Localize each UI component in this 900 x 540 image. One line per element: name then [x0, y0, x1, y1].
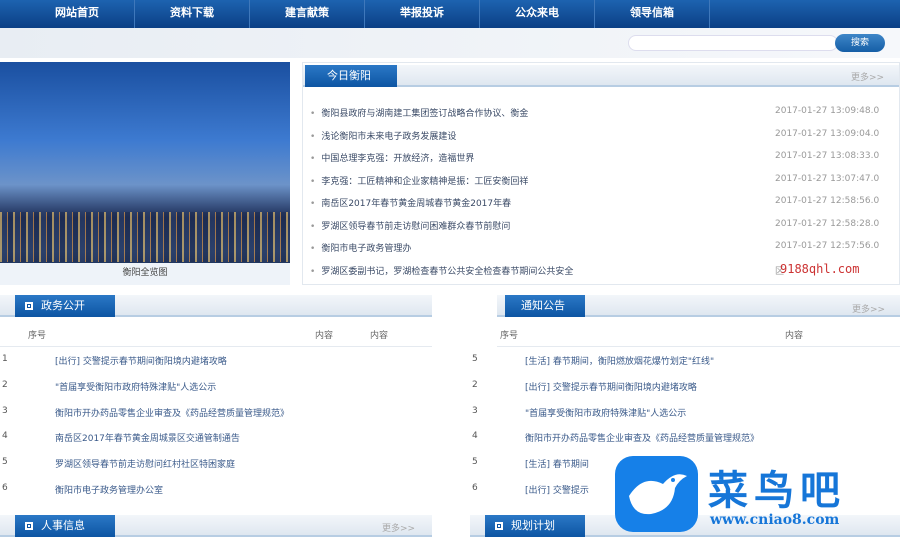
- news-title[interactable]: 李克强：工匠精神和企业家精神是振：工匠安衡回祥: [321, 177, 528, 187]
- row-number: 5: [472, 354, 478, 364]
- bullet-icon: •: [310, 109, 316, 119]
- col-content-2: 内容: [370, 331, 389, 341]
- square-icon: [25, 522, 33, 530]
- news-item[interactable]: • 衡阳县政府与湖南建工集团签订战略合作协议、衡金 2017-01-27 13:09…: [310, 106, 890, 119]
- bullet-icon: •: [310, 199, 316, 209]
- square-icon: [25, 302, 33, 310]
- news-title[interactable]: 南岳区2017年春节黄金周城春节黄金2017年春: [321, 199, 511, 209]
- news-date: 2017-01-27 12:57:56.0: [775, 241, 880, 251]
- hr-more-link[interactable]: 更多>>: [382, 521, 415, 534]
- bullet-icon: •: [310, 244, 316, 254]
- today-header: 今日衡阳: [303, 65, 899, 87]
- nav-item[interactable]: 领导信箱: [595, 0, 710, 28]
- row-number: 5: [472, 457, 478, 468]
- news-date: 2017-01-27 13:09:48.0: [775, 106, 880, 116]
- news-item[interactable]: • 李克强：工匠精神和企业家精神是振：工匠安衡回祥 2017-01-27 13:07…: [310, 174, 890, 187]
- row-link[interactable]: 衡阳市电子政务管理办公室: [55, 483, 163, 496]
- bullet-icon: •: [310, 221, 316, 232]
- news-date: 2017-01-27 13:09:04.0: [775, 128, 880, 139]
- row-link[interactable]: 罗湖区领导春节前走访慰问红村社区特困家庭: [55, 457, 235, 470]
- search-bar: 搜索: [0, 28, 900, 58]
- nav-item[interactable]: 建言献策: [250, 0, 365, 28]
- row-number: 2: [472, 379, 478, 390]
- bird-logo-icon: [615, 456, 698, 532]
- row-link[interactable]: 南岳区2017年春节黄金周城景区交通管制通告: [55, 431, 240, 444]
- row-link[interactable]: [出行] 交警提示春节期间衡阳境内避堵攻略: [525, 380, 697, 393]
- news-item[interactable]: • 衡阳市电子政务管理办 2017-01-27 12:57:56.0: [310, 241, 890, 254]
- tab-notice[interactable]: 通知公告: [505, 295, 585, 317]
- col-content: 内容: [785, 331, 804, 341]
- bullet-icon: •: [310, 131, 316, 142]
- news-title[interactable]: 中国总理李克强：开放经济，造福世界: [321, 154, 474, 164]
- tab-hr[interactable]: 人事信息: [15, 515, 115, 537]
- hr-header: 人事信息 更多>>: [0, 515, 432, 537]
- news-title[interactable]: 浅论衡阳市未来电子政务发展建设: [321, 132, 456, 142]
- row-number: 2: [2, 379, 8, 390]
- row-link[interactable]: [生活] 春节期间: [525, 457, 589, 470]
- search-input[interactable]: [628, 35, 838, 51]
- tab-label: 规划计划: [511, 519, 555, 532]
- news-title[interactable]: 衡阳市电子政务管理办: [321, 244, 411, 254]
- row-number: 5: [2, 457, 8, 468]
- col-no: 序号: [500, 331, 519, 341]
- row-link[interactable]: 衡阳市开办药品零售企业审查及《药品经营质量管理规范》: [55, 406, 289, 419]
- watermark-brand: 菜鸟吧: [708, 467, 846, 514]
- news-item[interactable]: • 罗湖区领导春节前走访慰问困难群众春节前慰问 2017-01-27 12:58:2…: [310, 219, 890, 232]
- row-link[interactable]: "首届享受衡阳市政府特殊津贴"人选公示: [55, 380, 216, 393]
- row-link[interactable]: [出行] 交警提示: [525, 483, 589, 496]
- news-date: 2017-01-27 12:58:28.0: [775, 218, 880, 229]
- tab-plan[interactable]: 规划计划: [485, 515, 585, 537]
- row-number: 6: [2, 483, 8, 493]
- watermark-url: www.cniao8.com: [710, 512, 840, 528]
- news-item[interactable]: • 浅论衡阳市未来电子政务发展建设 2017-01-27 13:09:04.0: [310, 129, 890, 142]
- tab-today[interactable]: 今日衡阳: [305, 65, 397, 87]
- photo-caption: 衡阳全览图: [0, 263, 290, 285]
- bullet-icon: •: [310, 154, 316, 164]
- row-number: 3: [2, 405, 8, 416]
- city-lights: [0, 212, 290, 262]
- col-no: 序号: [28, 331, 47, 341]
- row-number: 6: [472, 483, 478, 493]
- news-title[interactable]: 罗湖区领导春节前走访慰问困难群众春节前慰问: [321, 222, 510, 232]
- top-nav: 网站首页 资料下载 建言献策 举报投诉 公众来电 领导信箱: [0, 0, 900, 28]
- news-item[interactable]: • 中国总理李克强：开放经济，造福世界 2017-01-27 13:08:33.0: [310, 151, 890, 164]
- row-link[interactable]: [生活] 春节期间，衡阳燃放烟花爆竹划定"红线": [525, 354, 714, 367]
- news-date: 2017-01-27 13:07:47.0: [775, 173, 880, 184]
- tab-gov[interactable]: 政务公开: [15, 295, 115, 317]
- tab-label: 政务公开: [41, 299, 85, 312]
- bullet-icon: •: [310, 176, 316, 187]
- city-photo[interactable]: 衡阳全览图: [0, 62, 290, 285]
- search-button[interactable]: 搜索: [835, 34, 885, 52]
- tab-label: 人事信息: [41, 519, 85, 532]
- bullet-icon: •: [310, 266, 316, 277]
- row-link[interactable]: "首届享受衡阳市政府特殊津贴"人选公示: [525, 406, 686, 419]
- today-more-link[interactable]: 更多>>: [851, 70, 884, 83]
- nav-item[interactable]: 公众来电: [480, 0, 595, 28]
- col-content: 内容: [315, 331, 334, 341]
- notice-header: 通知公告 更多>>: [497, 295, 900, 317]
- nav-item[interactable]: 举报投诉: [365, 0, 480, 28]
- watermark-site: 9188qhl.com: [780, 262, 860, 276]
- row-number: 4: [472, 431, 478, 442]
- square-icon: [495, 522, 503, 530]
- news-date: 2017-01-27 12:58:56.0: [775, 196, 880, 206]
- row-link[interactable]: [出行] 交警提示春节期间衡阳境内避堵攻略: [55, 354, 227, 367]
- nav-item[interactable]: 资料下载: [135, 0, 250, 28]
- row-link[interactable]: 衡阳市开办药品零售企业审查及《药品经营质量管理规范》: [525, 431, 759, 444]
- row-number: 3: [472, 405, 478, 416]
- nav-item[interactable]: 网站首页: [20, 0, 135, 28]
- news-title[interactable]: 罗湖区委副书记，罗湖检查春节公共安全检查春节期间公共安全: [321, 267, 573, 277]
- news-item[interactable]: • 南岳区2017年春节黄金周城春节黄金2017年春 2017-01-27 12:5…: [310, 196, 890, 209]
- row-number: 1: [2, 354, 8, 364]
- news-date: 2017-01-27 13:08:33.0: [775, 151, 880, 161]
- row-number: 4: [2, 431, 8, 442]
- notice-more-link[interactable]: 更多>>: [852, 302, 885, 315]
- gov-header: 政务公开: [0, 295, 432, 317]
- news-title[interactable]: 衡阳县政府与湖南建工集团签订战略合作协议、衡金: [321, 109, 528, 119]
